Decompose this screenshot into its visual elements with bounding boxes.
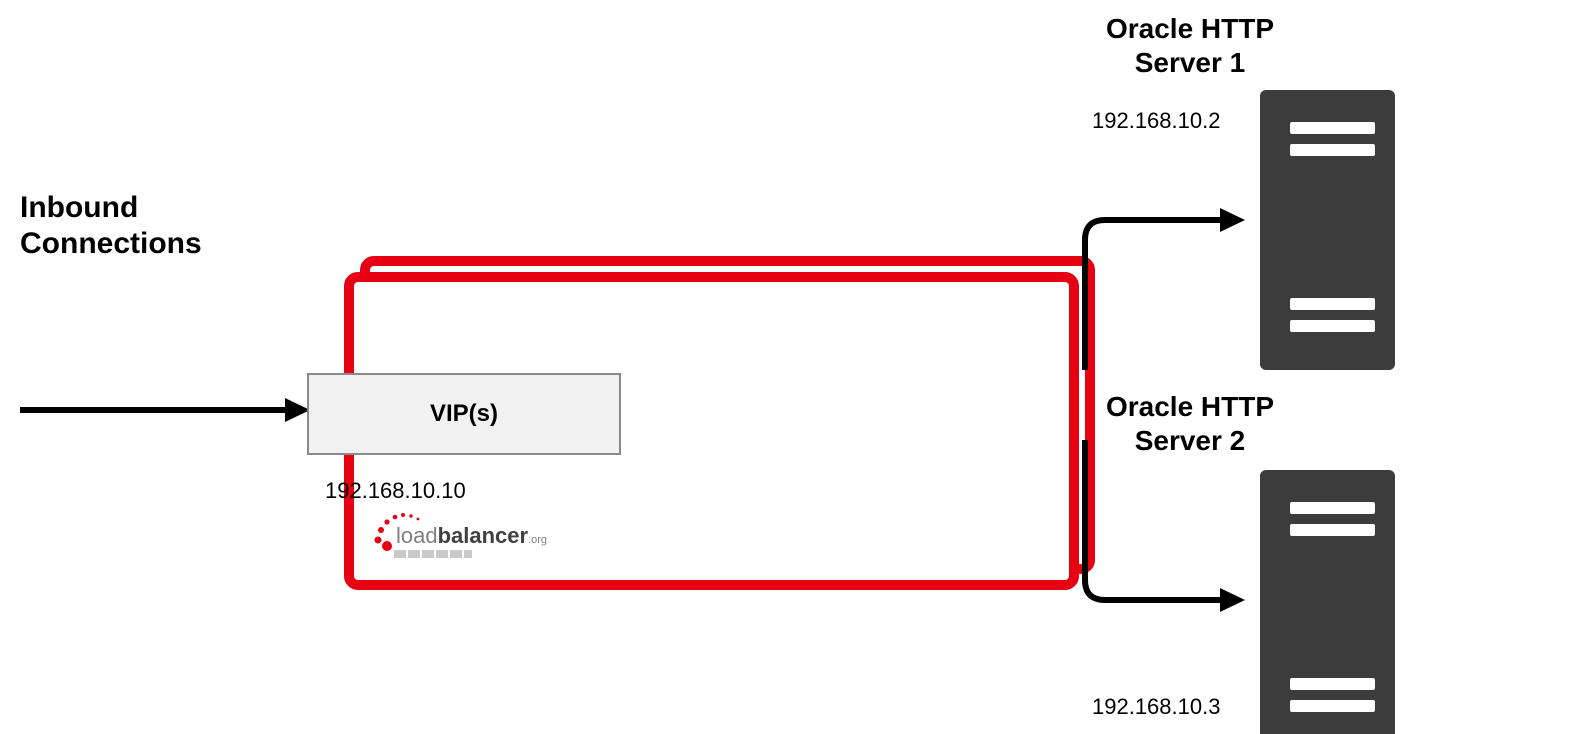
inbound-arrow-icon xyxy=(20,395,310,425)
server1-ip-label: 192.168.10.2 xyxy=(1092,108,1220,134)
logo-text-light: load xyxy=(396,523,438,548)
loadbalancer-logo-icon: loadbalancer.org xyxy=(370,510,580,575)
server1-icon xyxy=(1260,90,1395,370)
arrow-to-server1-icon xyxy=(1080,200,1250,380)
logo-text-bold: balancer xyxy=(438,523,529,548)
server1-title: Oracle HTTP Server 1 xyxy=(1080,12,1300,79)
vip-ip-label: 192.168.10.10 xyxy=(325,478,466,504)
server2-icon xyxy=(1260,470,1395,734)
vip-label: VIP(s) xyxy=(430,400,498,428)
server2-title: Oracle HTTP Server 2 xyxy=(1080,390,1300,457)
server2-ip-label: 192.168.10.3 xyxy=(1092,694,1220,720)
vip-box: VIP(s) xyxy=(307,373,621,455)
svg-text:loadbalancer.org: loadbalancer.org xyxy=(396,523,547,548)
inbound-connections-label: Inbound Connections xyxy=(20,190,202,262)
logo-text-suffix: .org xyxy=(528,534,547,546)
arrow-to-server2-icon xyxy=(1080,430,1250,620)
